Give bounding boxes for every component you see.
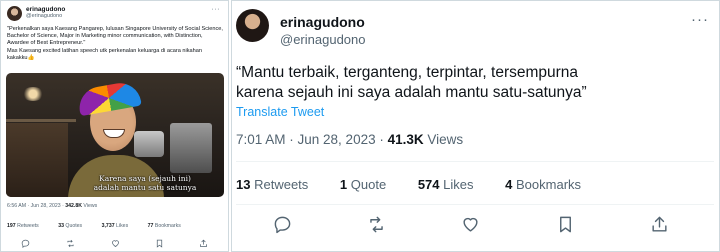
video-subtitle-line: adalah mantu satu satunya (93, 183, 197, 192)
quotes-count: 1 (339, 177, 348, 192)
video-subtitle-line: Karena saya (sejauh ini) (99, 174, 191, 183)
like-icon[interactable] (461, 215, 480, 234)
display-name[interactable]: erinagudono (26, 6, 65, 13)
ceiling-light (22, 87, 44, 101)
action-bar (1, 239, 228, 251)
likes-label: Likes (116, 223, 129, 229)
retweet-icon[interactable] (66, 239, 75, 248)
avatar[interactable] (7, 6, 22, 21)
retweets-count: 197 (7, 223, 16, 229)
user-handle[interactable]: @erinagudono (26, 13, 62, 19)
like-icon[interactable] (111, 239, 120, 248)
reply-icon[interactable] (273, 215, 292, 234)
likes-stat[interactable]: 574 Likes (418, 177, 488, 192)
retweets-label: Retweets (17, 223, 39, 229)
likes-count: 3,737 (101, 223, 115, 229)
views-label: Views (81, 203, 98, 209)
quotes-stat[interactable]: 33 Quotes (58, 223, 91, 229)
right-tweet-card[interactable]: erinagudono @erinagudono ··· “Mantu terb… (231, 0, 720, 252)
bookmarks-label: Bookmarks (516, 177, 582, 192)
retweet-icon[interactable] (367, 215, 386, 234)
views-count: 342.8K (65, 203, 82, 209)
tweet-text-line: Mas Kaesang excited latihan speech utk p… (7, 47, 202, 61)
likes-stat[interactable]: 3,737 Likes (102, 223, 138, 229)
engagement-stats: 13 Retweets 1 Quote 574 Likes 4 Bookmark… (236, 177, 609, 192)
action-bar (232, 215, 719, 237)
video-subtitle: Karena saya (sejauh ini) adalah mantu sa… (70, 174, 220, 192)
avatar[interactable] (236, 9, 269, 42)
bookmarks-count: 77 (147, 223, 154, 229)
quotes-stat[interactable]: 1 Quote (340, 177, 400, 192)
rice-cooker (134, 131, 164, 157)
appliance (170, 123, 212, 173)
bookmarks-count: 4 (505, 177, 513, 192)
bookmark-icon[interactable] (155, 239, 164, 248)
tweet-text: “Mantu terbaik, terganteng, terpintar, t… (236, 63, 706, 103)
tweet-text: "Perkenalkan saya Kaesang Pangarep, lulu… (7, 26, 223, 62)
retweets-label: Retweets (254, 177, 309, 192)
quotes-label: Quotes (65, 223, 83, 229)
likes-count: 574 (417, 177, 440, 192)
retweets-stat[interactable]: 13 Retweets (236, 177, 322, 192)
user-handle[interactable]: @erinagudono (280, 32, 365, 47)
tweet-timestamp[interactable]: 7:01 AM · Jun 28, 2023 · 41.3K Views (236, 132, 463, 147)
engagement-stats: 197 Retweets 33 Quotes 3,737 Likes 77 Bo… (7, 223, 199, 229)
time-text[interactable]: 6:56 AM · Jun 28, 2023 · (7, 203, 65, 209)
reply-icon[interactable] (21, 239, 30, 248)
tweet-text-line: karena sejauh ini saya adalah mantu satu… (236, 84, 587, 101)
share-icon[interactable] (199, 239, 208, 248)
tweet-video[interactable]: Karena saya (sejauh ini) adalah mantu sa… (6, 73, 224, 197)
views-count: 41.3K (387, 132, 424, 147)
quotes-count: 33 (58, 223, 64, 229)
translate-tweet-link[interactable]: Translate Tweet (236, 105, 324, 119)
tweet-timestamp[interactable]: 6:56 AM · Jun 28, 2023 · 342.8K Views (7, 203, 97, 209)
bookmarks-stat[interactable]: 77 Bookmarks (148, 223, 190, 229)
bookmarks-label: Bookmarks (154, 223, 181, 229)
bookmarks-stat[interactable]: 4 Bookmarks (505, 177, 595, 192)
retweets-stat[interactable]: 197 Retweets (7, 223, 48, 229)
views-label: Views (423, 132, 464, 147)
cabinet (6, 123, 68, 197)
shelf (6, 119, 76, 122)
divider (236, 204, 714, 205)
tweet-text-line: "Perkenalkan saya Kaesang Pangarep, lulu… (7, 26, 223, 47)
more-options-icon[interactable]: ··· (691, 11, 709, 28)
more-options-icon[interactable]: ··· (212, 6, 221, 13)
share-icon[interactable] (650, 215, 669, 234)
bookmark-icon[interactable] (556, 215, 575, 234)
time-text[interactable]: 7:01 AM · Jun 28, 2023 · (236, 132, 388, 147)
display-name[interactable]: erinagudono (280, 14, 365, 30)
quotes-label: Quote (350, 177, 387, 192)
retweets-count: 13 (236, 177, 251, 192)
tweet-text-line: “Mantu terbaik, terganteng, terpintar, t… (236, 64, 579, 81)
left-tweet-card[interactable]: erinagudono @erinagudono ··· "Perkenalka… (0, 0, 229, 252)
likes-label: Likes (443, 177, 474, 192)
divider (236, 161, 714, 162)
